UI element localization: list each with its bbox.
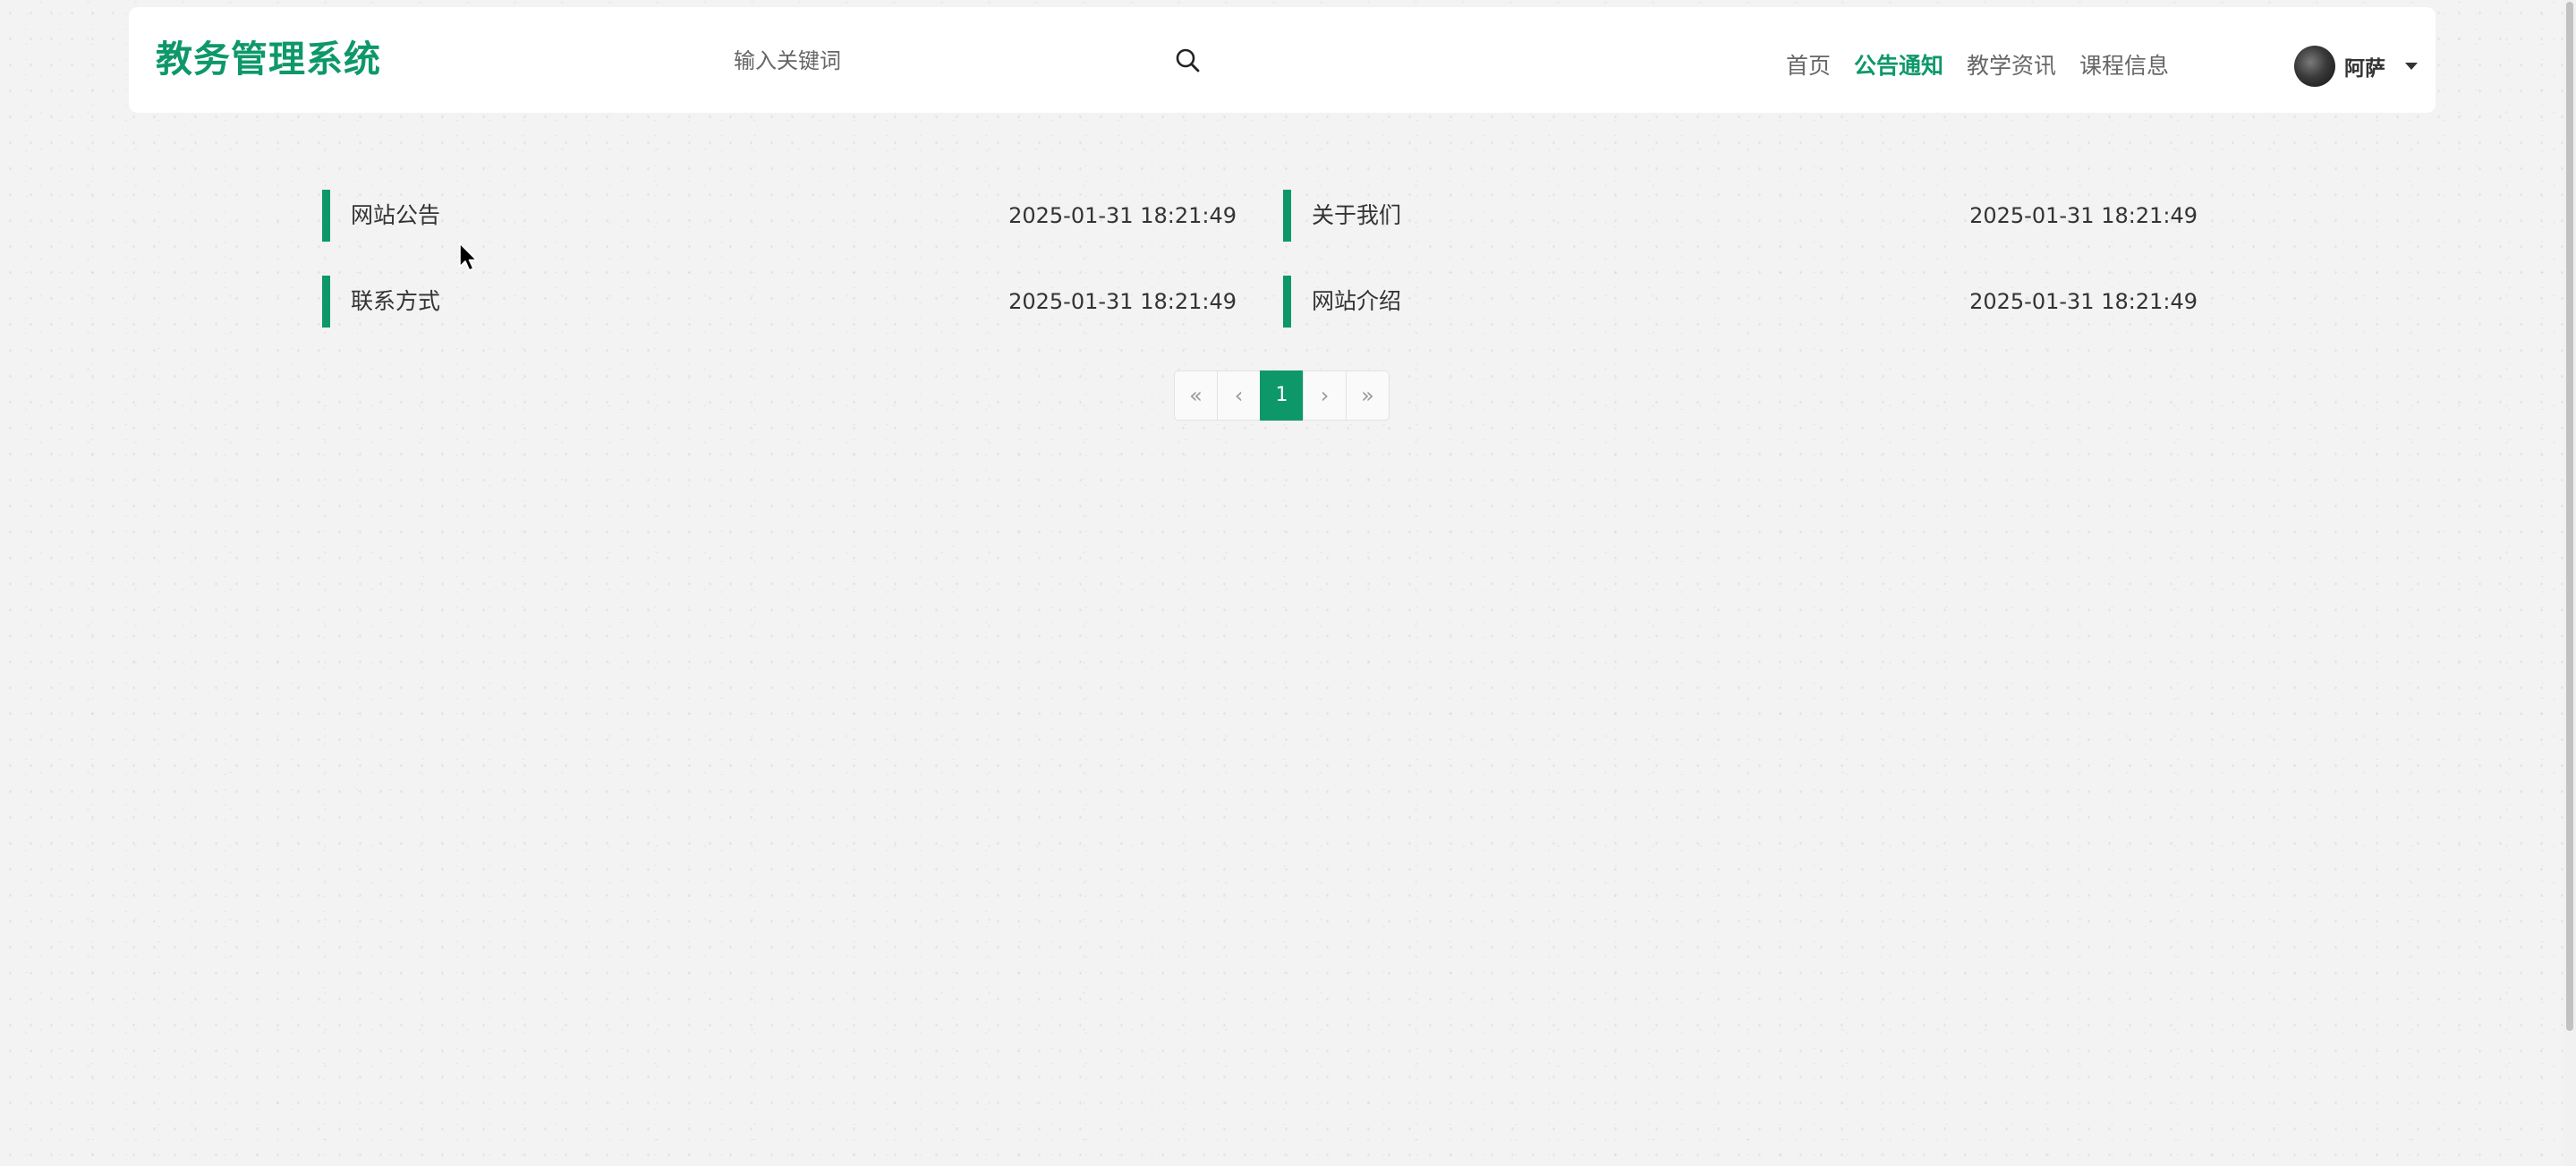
user-menu[interactable]: 阿萨 [2294,39,2418,93]
avatar[interactable] [2294,46,2335,87]
pagination-next-button[interactable]: › [1303,370,1347,421]
notice-item[interactable]: 网站公告 2025-01-31 18:21:49 [322,190,1237,242]
notice-item[interactable]: 网站介绍 2025-01-31 18:21:49 [1283,276,2198,328]
main-nav: 首页 公告通知 教学资讯 课程信息 [1786,48,2169,84]
notice-accent-bar [1283,190,1291,242]
search-input[interactable] [710,36,1002,86]
top-header: 教务管理系统 首页 公告通知 教学资讯 课程信息 阿萨 [129,7,2436,113]
nav-item-teaching-news[interactable]: 教学资讯 [1967,48,2056,84]
scrollbar-thumb[interactable] [2566,2,2573,1031]
pagination-prev-button[interactable]: ‹ [1217,370,1261,421]
notice-title[interactable]: 网站介绍 [1312,288,1401,315]
pagination-last-button[interactable]: » [1346,370,1390,421]
nav-item-announcements[interactable]: 公告通知 [1854,48,1943,84]
search-bar [710,36,1200,86]
pagination-first-button[interactable]: « [1174,370,1218,421]
notice-accent-bar [322,276,330,328]
notice-title[interactable]: 联系方式 [351,288,440,315]
notice-item[interactable]: 关于我们 2025-01-31 18:21:49 [1283,190,2198,242]
notice-date: 2025-01-31 18:21:49 [1008,289,1237,314]
notice-date: 2025-01-31 18:21:49 [1969,203,2198,228]
vertical-scrollbar[interactable] [2563,0,2576,1166]
pagination-page-1[interactable]: 1 [1260,370,1304,421]
notice-accent-bar [322,190,330,242]
notice-date: 2025-01-31 18:21:49 [1008,203,1237,228]
notice-date: 2025-01-31 18:21:49 [1969,289,2198,314]
notice-title[interactable]: 网站公告 [351,202,440,229]
notice-accent-bar [1283,276,1291,328]
user-name[interactable]: 阿萨 [2344,51,2385,81]
pagination: « ‹ 1 › » [1174,370,1390,421]
nav-item-home[interactable]: 首页 [1786,48,1831,84]
search-icon[interactable] [1174,47,1203,75]
notice-title[interactable]: 关于我们 [1312,202,1401,229]
mouse-pointer-icon [459,243,478,271]
notice-item[interactable]: 联系方式 2025-01-31 18:21:49 [322,276,1237,328]
site-logo[interactable]: 教务管理系统 [156,41,381,78]
nav-item-course-info[interactable]: 课程信息 [2079,48,2169,84]
caret-down-icon[interactable] [2405,63,2418,70]
